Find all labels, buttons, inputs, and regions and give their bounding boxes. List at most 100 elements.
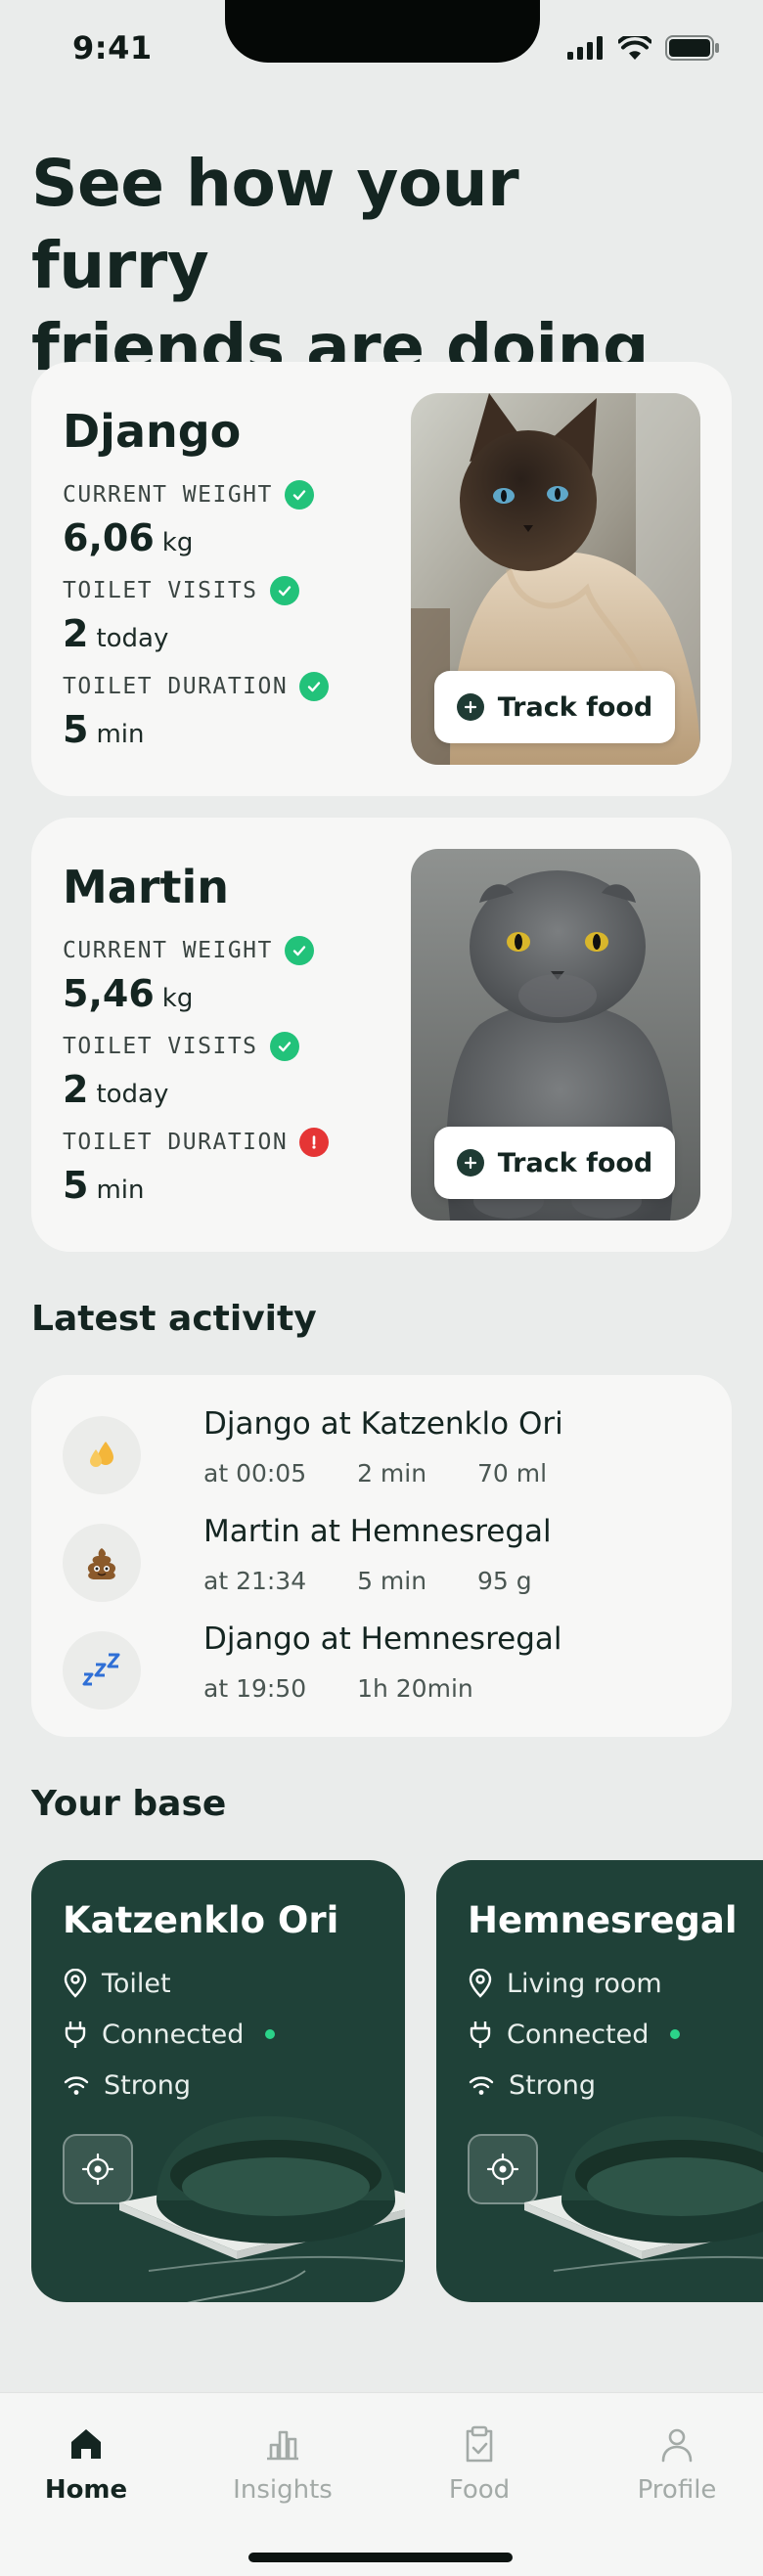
base-location: Toilet xyxy=(102,1968,171,1999)
page-title: See how your furry friends are doing xyxy=(31,146,649,385)
base-location-row: Living room xyxy=(468,1964,662,2003)
pet-name: Martin xyxy=(63,861,230,913)
stat-unit: today xyxy=(96,624,169,653)
clipboard-icon xyxy=(466,2425,493,2463)
status-time: 9:41 xyxy=(72,29,153,67)
latest-activity-title: Latest activity xyxy=(31,1299,317,1339)
activity-time: at 00:05 xyxy=(203,1459,307,1488)
check-icon xyxy=(284,480,314,510)
stat-label: TOILET VISITS xyxy=(63,1034,258,1059)
stat-toilet-visits: TOILET VISITS 2 today xyxy=(63,575,299,657)
stat-value: 2 xyxy=(63,1068,89,1111)
pet-name: Django xyxy=(63,405,242,458)
stat-unit: kg xyxy=(161,528,194,557)
track-food-button[interactable]: Track food xyxy=(434,671,675,743)
activity-meta: at 19:50 1h 20min xyxy=(203,1674,516,1703)
plus-icon xyxy=(456,693,484,721)
activity-card: Django at Katzenklo Ori at 00:05 2 min 7… xyxy=(31,1375,732,1737)
base-name: Katzenklo Ori xyxy=(63,1899,339,1941)
pet-photo-martin: Track food xyxy=(411,849,700,1221)
stat-label: TOILET DURATION xyxy=(63,1130,289,1155)
nav-item-home[interactable]: Home xyxy=(8,2424,164,2505)
pet-card-django[interactable]: Django CURRENT WEIGHT 6,06 kg TOILET VIS… xyxy=(31,362,732,796)
nav-item-profile[interactable]: Profile xyxy=(599,2424,755,2505)
activity-time: at 19:50 xyxy=(203,1674,307,1703)
nav-label: Home xyxy=(44,2475,128,2505)
nav-label: Profile xyxy=(637,2475,717,2505)
check-icon xyxy=(284,936,314,965)
check-icon xyxy=(269,576,299,605)
stat-unit: today xyxy=(96,1080,169,1109)
stat-current-weight: CURRENT WEIGHT 5,46 kg xyxy=(63,935,314,1017)
wifi-icon xyxy=(618,36,651,60)
stat-label: TOILET VISITS xyxy=(63,578,258,603)
activity-title: Django at Hemnesregal xyxy=(203,1621,562,1657)
track-food-label: Track food xyxy=(497,1147,653,1178)
home-indicator xyxy=(248,2553,513,2562)
bottom-nav: Home Insights Food Profile xyxy=(0,2392,763,2576)
track-food-label: Track food xyxy=(497,691,653,723)
status-bar: 9:41 xyxy=(0,0,763,108)
person-icon xyxy=(661,2428,693,2463)
connected-dot xyxy=(670,2029,681,2039)
stat-label: CURRENT WEIGHT xyxy=(63,938,273,963)
home-icon xyxy=(71,2429,101,2459)
activity-meta: at 00:05 2 min 70 ml xyxy=(203,1459,590,1488)
stat-unit: min xyxy=(96,1176,145,1205)
location-pin-icon xyxy=(469,1969,492,1998)
home-screen: 9:41 See how your furry friends are doin… xyxy=(0,0,763,2576)
stat-unit: min xyxy=(96,720,145,749)
nav-item-food[interactable]: Food xyxy=(401,2424,558,2505)
status-icons xyxy=(567,35,720,61)
activity-item[interactable]: Django at Hemnesregal at 19:50 1h 20min xyxy=(63,1621,708,1715)
stat-unit: kg xyxy=(161,984,194,1013)
activity-meta: at 21:34 5 min 95 g xyxy=(203,1567,575,1595)
litter-base-device xyxy=(119,2115,405,2302)
base-connection-row: Connected xyxy=(468,2015,681,2054)
activity-title: Martin at Hemnesregal xyxy=(203,1514,552,1549)
poop-icon xyxy=(63,1524,141,1602)
stat-value: 5,46 xyxy=(63,972,155,1015)
stat-toilet-duration: TOILET DURATION 5 min xyxy=(63,671,330,753)
base-location-row: Toilet xyxy=(63,1964,171,2003)
nav-item-insights[interactable]: Insights xyxy=(204,2424,361,2505)
stat-value: 5 xyxy=(63,708,89,751)
wifi-signal-icon xyxy=(64,2076,89,2095)
activity-duration: 1h 20min xyxy=(357,1674,473,1703)
droplets-icon xyxy=(63,1416,141,1494)
activity-item[interactable]: Django at Katzenklo Ori at 00:05 2 min 7… xyxy=(63,1406,708,1500)
chart-icon xyxy=(267,2430,298,2461)
cellular-signal-icon xyxy=(567,36,603,60)
track-food-button[interactable]: Track food xyxy=(434,1127,675,1199)
stat-toilet-duration: TOILET DURATION 5 min xyxy=(63,1127,330,1209)
check-icon xyxy=(269,1032,299,1061)
stat-toilet-visits: TOILET VISITS 2 today xyxy=(63,1031,299,1113)
activity-amount: 95 g xyxy=(477,1567,532,1595)
check-icon xyxy=(299,672,330,701)
plug-icon xyxy=(65,2021,86,2048)
your-base-title: Your base xyxy=(31,1784,227,1824)
activity-title: Django at Katzenklo Ori xyxy=(203,1406,563,1442)
wifi-signal-icon xyxy=(469,2076,494,2095)
sleep-icon xyxy=(63,1631,141,1710)
connected-dot xyxy=(265,2029,276,2039)
plug-icon xyxy=(470,2021,491,2048)
pet-photo-django: Track food xyxy=(411,393,700,765)
pet-card-martin[interactable]: Martin CURRENT WEIGHT 5,46 kg TOILET VIS… xyxy=(31,818,732,1252)
activity-time: at 21:34 xyxy=(203,1567,307,1595)
stat-value: 6,06 xyxy=(63,516,155,559)
stat-value: 5 xyxy=(63,1164,89,1207)
activity-duration: 5 min xyxy=(357,1567,427,1595)
location-pin-icon xyxy=(64,1969,87,1998)
nav-label: Insights xyxy=(233,2475,333,2505)
plus-icon xyxy=(456,1149,484,1177)
stat-current-weight: CURRENT WEIGHT 6,06 kg xyxy=(63,479,314,561)
activity-item[interactable]: Martin at Hemnesregal at 21:34 5 min 95 … xyxy=(63,1514,708,1608)
base-location: Living room xyxy=(507,1968,662,1999)
base-card-hemnesregal[interactable]: Hemnesregal Living room Connected Strong xyxy=(436,1860,763,2302)
base-card-katzenklo-ori[interactable]: Katzenklo Ori Toilet Connected Strong xyxy=(31,1860,405,2302)
base-connection-row: Connected xyxy=(63,2015,276,2054)
activity-amount: 70 ml xyxy=(477,1459,548,1488)
alert-icon xyxy=(299,1128,330,1157)
base-connection: Connected xyxy=(507,2019,650,2050)
